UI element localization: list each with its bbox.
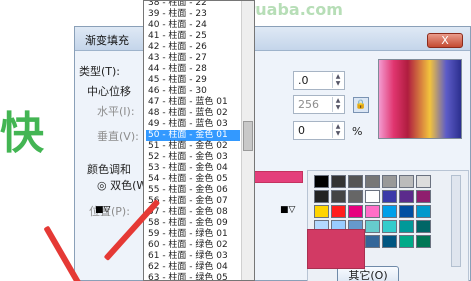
two-color-radio[interactable]: ◎ 双色(W <box>97 177 147 193</box>
list-item[interactable]: 44 - 柱面 - 28 <box>146 64 240 75</box>
palette-scrollbar[interactable] <box>451 175 461 267</box>
list-item[interactable]: 47 - 柱面 - 蓝色 01 <box>146 97 240 108</box>
list-item[interactable]: 39 - 柱面 - 23 <box>146 9 240 20</box>
list-item[interactable]: 45 - 柱面 - 29 <box>146 75 240 86</box>
spin-arrows-icon[interactable]: ▲ ▼ <box>332 123 343 138</box>
color-swatch[interactable] <box>416 205 431 218</box>
color-swatch[interactable] <box>399 190 414 203</box>
horizontal-label: 水平(I): <box>97 105 135 118</box>
gradient-ramp-end[interactable] <box>307 229 365 269</box>
dialog-titlebar: 渐变填充 X <box>75 27 470 51</box>
list-item[interactable]: 43 - 柱面 - 27 <box>146 53 240 64</box>
dialog-title: 渐变填充 <box>85 34 129 47</box>
color-swatch[interactable] <box>348 205 363 218</box>
end-marker-icon[interactable]: ■▽ <box>280 205 295 215</box>
color-swatch[interactable] <box>365 205 380 218</box>
color-swatch[interactable] <box>331 205 346 218</box>
spin-arrows-icon[interactable]: ▲ ▼ <box>332 73 343 88</box>
list-item[interactable]: 57 - 柱面 - 金色 08 <box>146 207 240 218</box>
color-swatch[interactable] <box>314 175 329 188</box>
color-swatch[interactable] <box>382 220 397 233</box>
list-item[interactable]: 59 - 柱面 - 绿色 01 <box>146 229 240 240</box>
gradient-fill-dialog: 渐变填充 X 类型(T): 中心位移 水平(I): 垂直(V): 颜色调和 ◎ … <box>74 26 471 281</box>
overlay-watermark-glyph: 快 <box>0 108 44 159</box>
list-item[interactable]: 56 - 柱面 - 金色 07 <box>146 196 240 207</box>
color-swatch[interactable] <box>399 205 414 218</box>
color-blend-label: 颜色调和 <box>87 163 131 176</box>
list-item[interactable]: 58 - 柱面 - 金色 09 <box>146 218 240 229</box>
list-item[interactable]: 41 - 柱面 - 25 <box>146 31 240 42</box>
list-item[interactable]: 54 - 柱面 - 金色 05 <box>146 174 240 185</box>
color-swatch[interactable] <box>365 220 380 233</box>
color-swatch[interactable] <box>314 190 329 203</box>
spin-arrows-icon[interactable]: ▲ ▼ <box>332 97 343 112</box>
edge-pad-value: 0 <box>298 124 305 137</box>
list-item[interactable]: 49 - 柱面 - 蓝色 03 <box>146 119 240 130</box>
list-item[interactable]: 48 - 柱面 - 蓝色 02 <box>146 108 240 119</box>
edge-pad-unit: % <box>352 125 363 138</box>
dropdown-scroll-thumb[interactable] <box>243 121 253 151</box>
color-swatch[interactable] <box>399 235 414 248</box>
start-marker-icon[interactable]: ■▽ <box>95 205 110 215</box>
list-item[interactable]: 61 - 柱面 - 绿色 03 <box>146 251 240 262</box>
color-swatch[interactable] <box>331 175 346 188</box>
color-swatch[interactable] <box>348 190 363 203</box>
color-swatch[interactable] <box>382 175 397 188</box>
color-swatch[interactable] <box>416 220 431 233</box>
color-swatch[interactable] <box>314 205 329 218</box>
list-item-partial[interactable]: 38 - 柱面 - 22 <box>146 1 240 9</box>
steps-input[interactable]: 256 ▲ ▼ <box>293 95 345 114</box>
angle-input[interactable]: .0 ▲ ▼ <box>293 71 345 90</box>
gradient-preview <box>378 59 462 139</box>
list-item[interactable]: 55 - 柱面 - 金色 06 <box>146 185 240 196</box>
two-color-label: 双色(W <box>110 179 148 192</box>
color-swatch[interactable] <box>416 175 431 188</box>
color-swatch[interactable] <box>399 220 414 233</box>
list-item[interactable]: 40 - 柱面 - 24 <box>146 20 240 31</box>
list-item[interactable]: 52 - 柱面 - 金色 03 <box>146 152 240 163</box>
list-item[interactable]: 62 - 柱面 - 绿色 04 <box>146 262 240 273</box>
color-swatch[interactable] <box>365 235 380 248</box>
color-swatch[interactable] <box>331 190 346 203</box>
color-swatch[interactable] <box>382 205 397 218</box>
list-item[interactable]: 63 - 柱面 - 绿色 05 <box>146 273 240 280</box>
list-item-selected[interactable]: 50 - 柱面 - 金色 01 <box>146 130 240 141</box>
type-label: 类型(T): <box>79 65 121 78</box>
color-swatch[interactable] <box>399 175 414 188</box>
list-item[interactable]: 53 - 柱面 - 金色 04 <box>146 163 240 174</box>
close-button[interactable]: X <box>427 33 463 48</box>
color-swatch[interactable] <box>416 235 431 248</box>
steps-value: 256 <box>298 98 319 111</box>
list-item[interactable]: 60 - 柱面 - 绿色 02 <box>146 240 240 251</box>
color-swatch[interactable] <box>382 235 397 248</box>
dropdown-scrollbar[interactable] <box>241 1 254 280</box>
color-swatch[interactable] <box>348 175 363 188</box>
color-swatch[interactable] <box>382 190 397 203</box>
lock-icon[interactable]: 🔒 <box>353 97 369 113</box>
edge-pad-input[interactable]: 0 ▲ ▼ <box>293 121 345 140</box>
color-swatch[interactable] <box>365 190 380 203</box>
color-swatch[interactable] <box>365 175 380 188</box>
preset-dropdown-list[interactable]: 38 - 柱面 - 22 39 - 柱面 - 23 40 - 柱面 - 24 41 … <box>143 0 255 281</box>
vertical-label: 垂直(V): <box>97 130 139 143</box>
angle-value: .0 <box>298 74 309 87</box>
color-swatch[interactable] <box>416 190 431 203</box>
list-item[interactable]: 51 - 柱面 - 金色 02 <box>146 141 240 152</box>
list-item[interactable]: 42 - 柱面 - 26 <box>146 42 240 53</box>
list-item[interactable]: 46 - 柱面 - 30 <box>146 86 240 97</box>
center-offset-label: 中心位移 <box>87 85 131 98</box>
